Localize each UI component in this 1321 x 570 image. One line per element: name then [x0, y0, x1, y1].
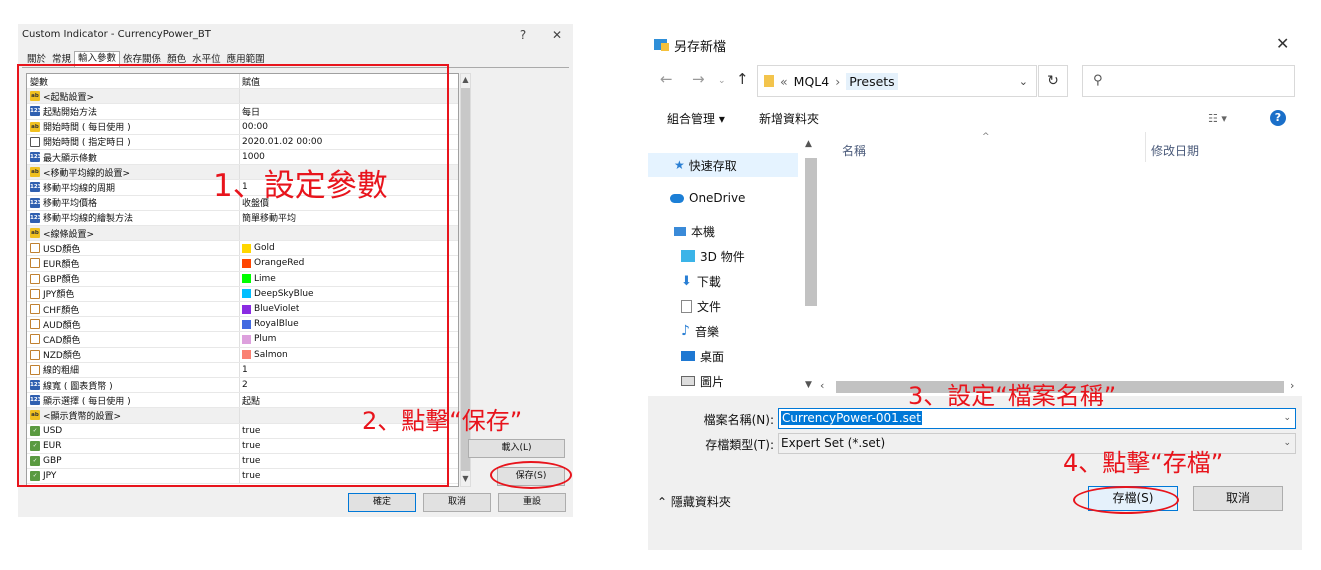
refresh-button[interactable]: ↻ — [1038, 65, 1068, 97]
annotation-step4: 4、點擊“存檔” — [1063, 449, 1224, 477]
breadcrumb-presets[interactable]: Presets — [846, 72, 898, 90]
nav-music[interactable]: ♪ 音樂 — [648, 319, 798, 343]
search-icon: ⚲ — [1093, 73, 1103, 88]
breadcrumb-mql4[interactable]: MQL4 — [794, 74, 830, 89]
nav-label: 桌面 — [700, 349, 725, 364]
scroll-down-icon[interactable]: ▼ — [461, 474, 470, 486]
save-dialog-icon — [654, 39, 669, 51]
document-icon — [681, 299, 692, 313]
back-icon[interactable]: ← — [660, 70, 673, 88]
cube-icon — [681, 250, 695, 262]
file-list[interactable]: 名稱 ^ 修改日期 — [819, 132, 1302, 398]
filename-input[interactable]: CurrencyPower-001.set ⌄ — [778, 408, 1296, 429]
save-preset-highlight — [490, 461, 572, 489]
search-input[interactable]: ⚲ — [1082, 65, 1295, 97]
reset-button[interactable]: 重設 — [498, 493, 566, 512]
help-icon[interactable]: ? — [1270, 110, 1286, 126]
nav-pictures[interactable]: 圖片 — [648, 369, 798, 393]
up-icon[interactable]: ↑ — [736, 70, 749, 88]
address-dropdown-icon[interactable]: ⌄ — [1019, 75, 1028, 88]
cancel-button[interactable]: 取消 — [423, 493, 491, 512]
pictures-icon — [681, 376, 695, 386]
annotation-step1: 1、設定參數 — [213, 168, 388, 204]
music-icon: ♪ — [681, 323, 690, 339]
nav-label: 本機 — [691, 224, 716, 239]
new-folder-button[interactable]: 新增資料夾 — [759, 110, 819, 127]
nav-label: 音樂 — [694, 324, 719, 339]
nav-this-pc[interactable]: 本機 — [648, 219, 798, 243]
folder-icon — [764, 75, 774, 87]
load-button[interactable]: 載入(L) — [468, 439, 565, 458]
column-modified[interactable]: 修改日期 — [1151, 142, 1199, 159]
nav-scrollbar-thumb[interactable] — [805, 158, 817, 306]
scroll-up-icon[interactable]: ▲ — [805, 139, 812, 149]
scroll-down-icon[interactable]: ▼ — [805, 380, 812, 390]
navigation-pane: ★ 快速存取 OneDrive 本機 3D 物件 ⬇ 下載 文件 ♪ 音樂 桌面… — [648, 136, 818, 396]
nav-label: 3D 物件 — [700, 249, 745, 264]
sort-chevron-icon: ^ — [982, 132, 990, 142]
close-icon[interactable]: ✕ — [1276, 34, 1289, 53]
chevron-up-icon: ⌃ — [657, 495, 668, 509]
save-file-highlight — [1073, 486, 1179, 514]
forward-icon[interactable]: → — [692, 70, 705, 88]
nav-desktop[interactable]: 桌面 — [648, 344, 798, 368]
desktop-icon — [681, 351, 695, 361]
star-icon: ★ — [674, 158, 685, 172]
dialog-title: Custom Indicator - CurrencyPower_BT — [22, 29, 211, 40]
recent-chevron-icon[interactable]: ⌄ — [718, 76, 726, 86]
address-bar[interactable]: « MQL4 › Presets ⌄ — [757, 65, 1037, 97]
column-name[interactable]: 名稱 — [842, 142, 866, 159]
nav-label: 圖片 — [700, 374, 725, 389]
nav-scrollbar[interactable]: ▲ ▼ — [802, 136, 819, 396]
nav-documents[interactable]: 文件 — [648, 294, 798, 318]
annotation-step3: 3、設定“檔案名稱” — [908, 382, 1117, 410]
nav-label: OneDrive — [689, 191, 746, 205]
breadcrumb-separator-icon: › — [835, 73, 841, 89]
cancel-button[interactable]: 取消 — [1193, 486, 1283, 511]
breadcrumb-overflow[interactable]: « — [780, 74, 788, 89]
column-divider[interactable] — [1145, 132, 1146, 162]
scroll-up-icon[interactable]: ▲ — [461, 75, 470, 87]
nav-onedrive[interactable]: OneDrive — [648, 186, 798, 210]
view-options-icon[interactable]: ☷ ▾ — [1208, 112, 1227, 125]
ok-button[interactable]: 確定 — [348, 493, 416, 512]
close-icon[interactable]: ✕ — [548, 26, 566, 44]
file-toolbar: 組合管理 ▾ 新增資料夾 ☷ ▾ ? — [648, 104, 1302, 132]
nav-label: 文件 — [697, 299, 722, 314]
organize-menu[interactable]: 組合管理 ▾ — [667, 110, 725, 127]
nav-3d-objects[interactable]: 3D 物件 — [648, 244, 798, 268]
scroll-left-icon[interactable]: ‹ — [820, 379, 824, 392]
computer-icon — [674, 226, 686, 236]
save-dialog-title: 另存新檔 — [674, 40, 727, 55]
hide-folders-label: 隱藏資料夾 — [670, 495, 731, 509]
filename-label: 檔案名稱(N): — [703, 413, 774, 427]
filename-value[interactable]: CurrencyPower-001.set — [781, 411, 922, 425]
download-icon: ⬇ — [681, 273, 692, 289]
annotation-step2: 2、點擊“保存” — [362, 407, 523, 435]
scroll-right-icon[interactable]: › — [1290, 379, 1294, 392]
filetype-value: Expert Set (*.set) — [781, 436, 886, 450]
nav-label: 快速存取 — [688, 158, 737, 173]
filename-dropdown-icon[interactable]: ⌄ — [1283, 409, 1291, 428]
nav-quick-access[interactable]: ★ 快速存取 — [648, 153, 798, 177]
filetype-label: 存檔類型(T): — [705, 438, 774, 452]
help-button[interactable]: ? — [514, 26, 532, 44]
cloud-icon — [670, 193, 684, 203]
hide-folders-toggle[interactable]: ⌃ 隱藏資料夾 — [657, 493, 731, 510]
nav-downloads[interactable]: ⬇ 下載 — [648, 269, 798, 293]
nav-label: 下載 — [696, 274, 721, 289]
filetype-dropdown-icon[interactable]: ⌄ — [1283, 434, 1291, 453]
